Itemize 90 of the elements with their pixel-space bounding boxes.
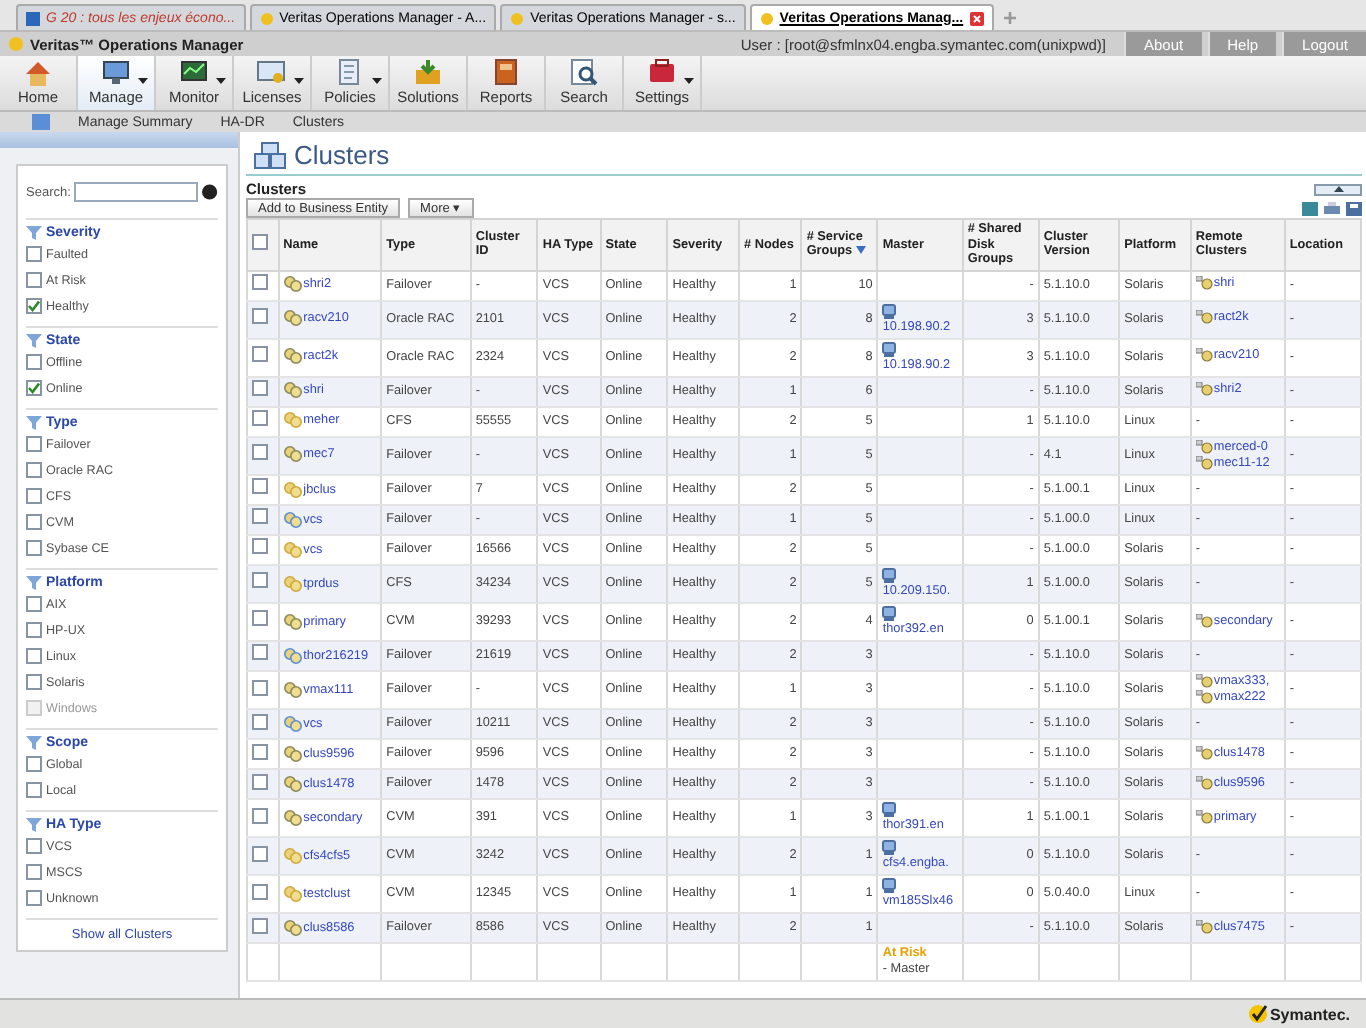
export-icon[interactable] [1302,201,1318,215]
checkbox[interactable] [252,444,268,461]
checkbox[interactable] [252,538,268,555]
checkbox[interactable] [252,883,268,900]
search-icon [568,56,600,88]
checkbox[interactable] [252,644,268,661]
checkbox[interactable] [252,679,268,696]
checkbox[interactable] [252,274,268,290]
server-icon [882,303,897,319]
help-icon[interactable] [202,184,218,200]
checkbox[interactable] [26,864,42,880]
remote-cluster-icon [1195,810,1214,825]
checkbox[interactable] [252,807,268,824]
server-icon [882,605,897,622]
remote-cluster-icon [1195,776,1214,791]
checkbox[interactable] [252,743,268,760]
checkbox[interactable] [26,890,42,906]
filter-icon [26,226,42,240]
checkbox[interactable] [252,610,268,627]
checkbox[interactable] [26,648,42,664]
summary-icon [32,114,50,130]
cluster-icon [283,847,302,864]
caret-icon [138,78,148,84]
checkbox[interactable] [26,540,42,556]
checkbox[interactable] [252,713,268,730]
checkbox[interactable] [252,410,268,426]
checkbox[interactable] [26,782,42,798]
close-icon[interactable] [969,11,984,25]
checkbox[interactable] [26,674,42,690]
filter-icon [26,576,42,590]
sort-arrow-icon [856,246,867,255]
checkbox[interactable] [26,462,42,478]
checkbox[interactable] [26,354,42,370]
checkbox[interactable] [252,917,268,934]
checkbox[interactable] [26,488,42,504]
caret-icon [294,78,304,84]
checkbox[interactable] [26,622,42,638]
checkbox[interactable] [26,436,42,452]
home-icon [22,56,54,88]
checkbox[interactable] [252,234,268,250]
checkbox[interactable] [26,272,42,288]
checkbox[interactable] [252,773,268,790]
remote-cluster-icon [1195,382,1214,397]
search-field[interactable] [74,182,199,202]
print-icon[interactable] [1324,201,1340,215]
manage-icon [100,56,132,88]
checkbox[interactable] [252,380,268,396]
filter-icon [26,416,42,430]
filter-icon [26,818,42,832]
collapse-button[interactable] [1314,183,1362,195]
checkbox[interactable] [252,478,268,495]
checkbox[interactable] [26,298,42,314]
remote-cluster-icon [1195,613,1214,628]
checkbox[interactable] [252,572,268,589]
checkmark-logo-icon [1247,1004,1268,1024]
checkbox[interactable] [26,380,42,396]
solutions-icon [412,56,444,88]
checkbox[interactable] [26,514,42,530]
server-icon [882,802,897,819]
clusters-icon [254,141,286,169]
collapse-arrow-icon [1333,186,1343,192]
remote-cluster-icon [1195,746,1214,761]
settings-icon [646,56,678,88]
server-icon [882,878,897,895]
checkbox[interactable] [252,845,268,862]
checkbox[interactable] [252,508,268,525]
checkbox[interactable] [252,308,268,324]
save-icon[interactable] [1346,201,1362,215]
page-title: Clusters [294,140,390,170]
remote-cluster-icon [1195,276,1214,291]
remote-cluster-icon [1195,348,1214,363]
server-icon [882,567,897,584]
checkbox[interactable] [26,596,42,612]
checkbox[interactable] [26,756,42,772]
caret-icon [372,78,382,84]
server-icon [882,341,897,357]
remote-cluster-icon [1195,310,1214,325]
caret-icon [684,78,694,84]
filter-icon [26,736,42,750]
checkbox[interactable] [26,838,42,854]
remote-cluster-icon [1195,920,1214,935]
server-icon [882,840,897,857]
page-icon [26,11,40,25]
caret-icon [216,78,226,84]
checkbox[interactable] [26,246,42,262]
licenses-icon [256,56,288,88]
checkbox[interactable] [252,346,268,362]
brand-name: Symantec. [1269,1005,1350,1023]
filter-icon [26,334,42,348]
reports-icon [490,56,522,88]
